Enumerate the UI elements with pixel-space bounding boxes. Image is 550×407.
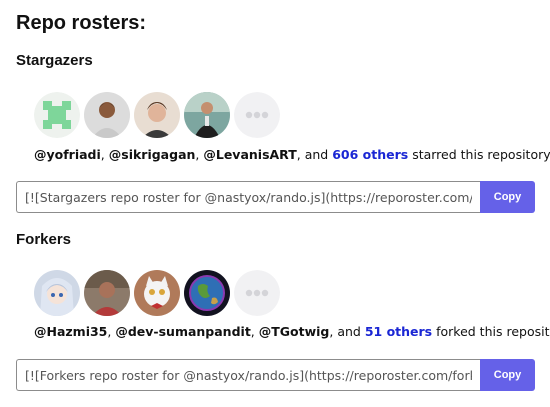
person-avatar-icon bbox=[184, 92, 230, 138]
forkers-more-avatar[interactable] bbox=[234, 270, 280, 316]
forkers-copy-button[interactable]: Copy bbox=[480, 359, 535, 391]
stargazer-avatar-1[interactable] bbox=[34, 92, 80, 138]
more-dots-icon bbox=[234, 270, 280, 316]
forker-avatar-1[interactable] bbox=[34, 270, 80, 316]
person-avatar-icon bbox=[134, 92, 180, 138]
stargazer-avatar-3[interactable] bbox=[134, 92, 180, 138]
forkers-avatar-row bbox=[34, 270, 280, 316]
stargazers-embed-code-input[interactable] bbox=[16, 181, 480, 213]
stargazers-more-avatar[interactable] bbox=[234, 92, 280, 138]
forkers-others-link[interactable]: 51 others bbox=[365, 324, 432, 339]
anime-avatar-icon bbox=[34, 270, 80, 316]
forkers-embed-row: Copy bbox=[16, 359, 535, 391]
forker-avatar-2[interactable] bbox=[84, 270, 130, 316]
stargazers-embed-row: Copy bbox=[16, 181, 535, 213]
stargazer-user-link[interactable]: @yofriadi bbox=[34, 147, 101, 162]
stargazer-user-link[interactable]: @LevanisART bbox=[203, 147, 296, 162]
separator: , and bbox=[329, 324, 365, 339]
separator: , bbox=[100, 147, 109, 162]
stargazers-others-link[interactable]: 606 others bbox=[332, 147, 408, 162]
stargazers-copy-button[interactable]: Copy bbox=[480, 181, 535, 213]
stargazers-summary: @yofriadi, @sikrigagan, @LevanisART, and… bbox=[34, 147, 550, 162]
page-title: Repo rosters: bbox=[16, 12, 147, 34]
forkers-summary: @Hazmi35, @dev-sumanpandit, @TGotwig, an… bbox=[34, 324, 550, 339]
globe-avatar-icon bbox=[184, 270, 230, 316]
forker-avatar-3[interactable] bbox=[134, 270, 180, 316]
forker-avatar-4[interactable] bbox=[184, 270, 230, 316]
more-dots-icon bbox=[234, 92, 280, 138]
summary-suffix: starred this repository. bbox=[408, 147, 550, 162]
person-avatar-icon bbox=[84, 92, 130, 138]
stargazers-avatar-row bbox=[34, 92, 280, 138]
forker-user-link[interactable]: @Hazmi35 bbox=[34, 324, 107, 339]
cat-avatar-icon bbox=[134, 270, 180, 316]
stargazer-user-link[interactable]: @sikrigagan bbox=[109, 147, 196, 162]
stargazers-heading: Stargazers bbox=[16, 52, 93, 69]
stargazer-avatar-2[interactable] bbox=[84, 92, 130, 138]
forker-user-link[interactable]: @dev-sumanpandit bbox=[115, 324, 250, 339]
separator: , and bbox=[296, 147, 333, 162]
forkers-embed-code-input[interactable] bbox=[16, 359, 480, 391]
summary-suffix: forked this repository. bbox=[436, 324, 550, 339]
forker-user-link[interactable]: @TGotwig bbox=[259, 324, 330, 339]
separator: , bbox=[250, 324, 259, 339]
identicon-avatar-icon bbox=[34, 92, 80, 138]
forkers-heading: Forkers bbox=[16, 231, 72, 248]
stargazer-avatar-4[interactable] bbox=[184, 92, 230, 138]
person-avatar-icon bbox=[84, 270, 130, 316]
